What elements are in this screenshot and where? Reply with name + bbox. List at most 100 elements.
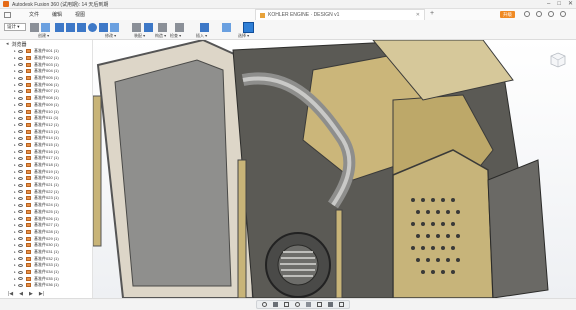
visibility-icon[interactable] — [18, 143, 23, 147]
close-button[interactable]: ✕ — [568, 1, 573, 7]
extrude-icon[interactable] — [55, 23, 64, 32]
visibility-icon[interactable] — [18, 83, 23, 87]
tree-item[interactable]: ▸ 基准件007 (1) — [0, 88, 92, 95]
visibility-icon[interactable] — [18, 63, 23, 67]
visibility-icon[interactable] — [18, 170, 23, 174]
tree-item[interactable]: ▸ 基准件023 (1) — [0, 195, 92, 202]
tree-item[interactable]: ▸ 基准件030 (1) — [0, 242, 92, 249]
minimize-button[interactable]: – — [547, 1, 550, 7]
tree-item[interactable]: ▸ 基准件013 (1) — [0, 128, 92, 135]
tree-item[interactable]: ▸ 基准件011 (1) — [0, 115, 92, 122]
visibility-icon[interactable] — [18, 150, 23, 154]
tree-item[interactable]: ▸ 基准件012 (1) — [0, 122, 92, 129]
visibility-icon[interactable] — [18, 210, 23, 214]
pan-icon[interactable] — [284, 302, 289, 307]
sphere-icon[interactable] — [88, 23, 97, 32]
sketch-icon[interactable] — [41, 23, 50, 32]
visibility-icon[interactable] — [18, 283, 23, 287]
tree-item[interactable]: ▸ 基准件010 (1) — [0, 108, 92, 115]
tree-item[interactable]: ▸ 基准件004 (1) — [0, 68, 92, 75]
visibility-icon[interactable] — [18, 110, 23, 114]
tree-item[interactable]: ▸ 基准件015 (1) — [0, 142, 92, 149]
timeline-start-button[interactable]: |◀ — [8, 291, 13, 297]
visibility-icon[interactable] — [18, 49, 23, 53]
sweep-icon[interactable] — [77, 23, 86, 32]
undo-icon[interactable] — [30, 23, 39, 32]
user-avatar-icon[interactable] — [560, 11, 566, 17]
visibility-icon[interactable] — [18, 263, 23, 267]
revolve-icon[interactable] — [66, 23, 75, 32]
insert-icon[interactable] — [200, 23, 209, 32]
tree-item[interactable]: ▸ 基准件028 (1) — [0, 229, 92, 236]
display-settings-icon[interactable] — [317, 302, 322, 307]
tree-item[interactable]: ▸ 基准件026 (1) — [0, 215, 92, 222]
visibility-icon[interactable] — [18, 230, 23, 234]
tree-item[interactable]: ▸ 基准件024 (1) — [0, 202, 92, 209]
grid-settings-icon[interactable] — [328, 302, 333, 307]
tree-item[interactable]: ▸ 基准件001 (1) — [0, 48, 92, 55]
notifications-icon[interactable] — [536, 11, 542, 17]
timeline-next-button[interactable]: ▶ — [29, 291, 33, 297]
visibility-icon[interactable] — [18, 130, 23, 134]
visibility-icon[interactable] — [18, 250, 23, 254]
visibility-icon[interactable] — [18, 217, 23, 221]
timeline-end-button[interactable]: ▶| — [39, 291, 44, 297]
collapse-icon[interactable]: ◂ — [6, 41, 9, 47]
construct-icon[interactable] — [158, 23, 167, 32]
box-icon[interactable] — [99, 23, 108, 32]
tree-item[interactable]: ▸ 基准件029 (1) — [0, 235, 92, 242]
visibility-icon[interactable] — [18, 116, 23, 120]
visibility-icon[interactable] — [18, 183, 23, 187]
tree-item[interactable]: ▸ 基准件008 (1) — [0, 95, 92, 102]
tree-item[interactable]: ▸ 基准件027 (1) — [0, 222, 92, 229]
tree-item[interactable]: ▸ 基准件005 (1) — [0, 75, 92, 82]
visibility-icon[interactable] — [18, 243, 23, 247]
visibility-icon[interactable] — [18, 103, 23, 107]
visibility-icon[interactable] — [18, 163, 23, 167]
tree-item[interactable]: ▸ 基准件025 (1) — [0, 209, 92, 216]
tree-item[interactable]: ▸ 基准件021 (1) — [0, 182, 92, 189]
tree-item[interactable]: ▸ 基准件020 (1) — [0, 175, 92, 182]
maximize-button[interactable]: □ — [557, 1, 561, 7]
visibility-icon[interactable] — [18, 270, 23, 274]
visibility-icon[interactable] — [18, 56, 23, 60]
image-icon[interactable] — [222, 23, 231, 32]
joint-icon[interactable] — [144, 23, 153, 32]
visibility-icon[interactable] — [18, 156, 23, 160]
visibility-icon[interactable] — [18, 89, 23, 93]
tree-item[interactable]: ▸ 基准件016 (1) — [0, 148, 92, 155]
visibility-icon[interactable] — [18, 123, 23, 127]
menu-item-edit[interactable]: 编辑 — [52, 11, 62, 18]
visibility-icon[interactable] — [18, 257, 23, 261]
document-tab[interactable]: KOHLER ENGINE · DESIGN v1 ✕ — [255, 9, 425, 20]
upgrade-button[interactable]: 升级 — [500, 11, 515, 18]
fillet-icon[interactable] — [132, 23, 141, 32]
tree-item[interactable]: ▸ 基准件036 (1) — [0, 282, 92, 289]
fit-icon[interactable] — [306, 302, 311, 307]
tree-item[interactable]: ▸ 基准件018 (1) — [0, 162, 92, 169]
tree-item[interactable]: ▸ 基准件031 (1) — [0, 249, 92, 256]
menu-item-view[interactable]: 视图 — [75, 11, 85, 18]
viewport-canvas[interactable] — [93, 40, 576, 298]
tree-item[interactable]: ▸ 基准件034 (1) — [0, 269, 92, 276]
visibility-icon[interactable] — [18, 76, 23, 80]
tree-item[interactable]: ▸ 基准件032 (1) — [0, 255, 92, 262]
visibility-icon[interactable] — [18, 237, 23, 241]
viewports-icon[interactable] — [339, 302, 344, 307]
viewcube-icon[interactable] — [550, 52, 566, 68]
visibility-icon[interactable] — [18, 136, 23, 140]
job-status-icon[interactable] — [524, 11, 530, 17]
visibility-icon[interactable] — [18, 176, 23, 180]
tree-item[interactable]: ▸ 基准件033 (1) — [0, 262, 92, 269]
measure-icon[interactable] — [175, 23, 184, 32]
tree-item[interactable]: ▸ 基准件002 (1) — [0, 55, 92, 62]
visibility-icon[interactable] — [18, 196, 23, 200]
select-icon[interactable] — [243, 22, 254, 33]
menu-item-file[interactable]: 文件 — [29, 11, 39, 18]
tree-item[interactable]: ▸ 基准件017 (1) — [0, 155, 92, 162]
close-tab-icon[interactable]: ✕ — [416, 12, 420, 18]
workspace-dropdown[interactable]: 设计 ▾ — [4, 23, 26, 31]
new-tab-icon[interactable]: + — [430, 10, 434, 18]
timeline-prev-button[interactable]: ◀ — [19, 291, 23, 297]
visibility-icon[interactable] — [18, 69, 23, 73]
